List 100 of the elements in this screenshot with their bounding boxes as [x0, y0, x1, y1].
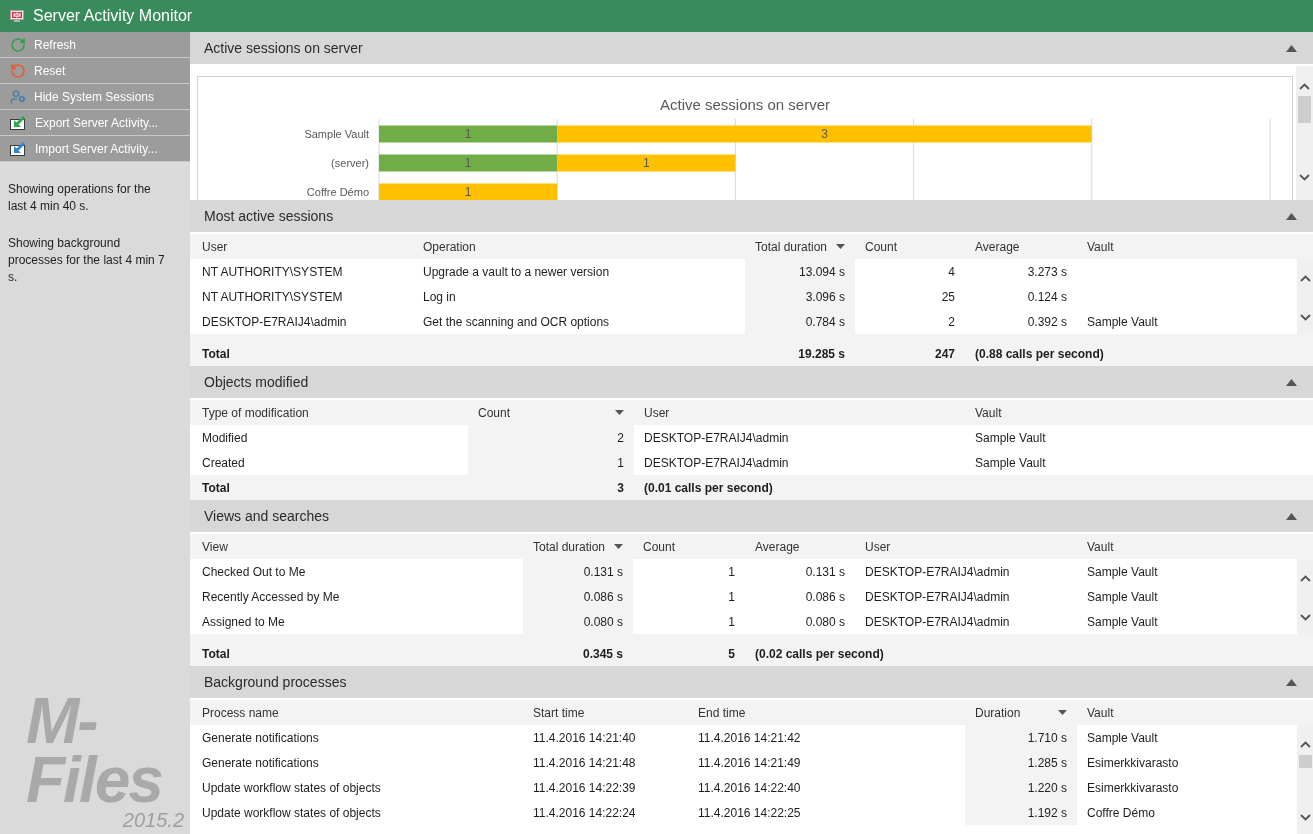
table-cell-text: 11.4.2016 14:21:48 — [532, 754, 637, 772]
chevron-up-icon[interactable] — [1299, 275, 1311, 282]
table-cell-text: Sample Vault — [1086, 729, 1159, 747]
table-cell-text: Get the scanning and OCR options — [422, 313, 611, 331]
column-header[interactable]: Type of modification — [190, 400, 468, 425]
window-title: Server Activity Monitor — [33, 6, 193, 26]
status-note: Showing background processes for the last 4 min 7 s. — [8, 235, 166, 286]
column-header[interactable]: View — [190, 534, 523, 559]
rotate-left-icon — [10, 62, 26, 79]
caret-up-icon[interactable] — [1286, 212, 1297, 220]
column-header[interactable]: Count — [633, 534, 745, 559]
table-cell: 0.086 s — [523, 584, 633, 609]
column-header[interactable]: Start time — [523, 700, 688, 725]
chevron-up-icon[interactable] — [1299, 83, 1310, 90]
refresh-icon — [10, 36, 26, 53]
column-header[interactable]: End time — [688, 700, 965, 725]
table-cell: 13.094 s — [745, 259, 855, 284]
chart-title: Active sessions on server — [659, 96, 831, 113]
table-cell: 0.080 s — [523, 609, 633, 634]
data-label: 1 — [642, 156, 650, 170]
status-note: Showing operations for the last 4 min 40 s. — [8, 181, 152, 215]
chevron-down-icon[interactable] — [1299, 814, 1311, 821]
column-header[interactable]: Count — [468, 400, 634, 425]
section-title: Views and searches — [204, 506, 330, 526]
total-cell-text: Total — [201, 345, 231, 363]
table-cell-text: 4 — [947, 263, 956, 281]
column-header[interactable]: User — [634, 400, 965, 425]
data-label: 1 — [464, 156, 472, 170]
caret-up-icon[interactable] — [1286, 512, 1297, 520]
table-cell-text: Generate notifications — [201, 729, 320, 747]
chevron-down-icon[interactable] — [1299, 314, 1311, 321]
window-arrow-icon — [10, 115, 27, 130]
section-title: Active sessions on server — [204, 38, 363, 58]
table-cell-text: 0.392 s — [1026, 313, 1068, 331]
table-cell-text: Log in — [422, 288, 457, 306]
chevron-up-icon[interactable] — [1299, 575, 1311, 582]
caret-up-icon[interactable] — [1286, 678, 1297, 686]
table-cell-text: Sample Vault — [974, 429, 1047, 447]
total-cell-text: (0.02 calls per second) — [754, 645, 885, 663]
chevron-up-icon[interactable] — [1299, 741, 1311, 748]
column-header[interactable]: Average — [745, 534, 855, 559]
table-cell-text: 2 — [947, 313, 956, 331]
table-cell-text: Esimerkkivarasto — [1086, 754, 1180, 772]
scrollbar-thumb[interactable] — [1298, 96, 1311, 123]
table-cell-text: 11.4.2016 14:22:25 — [697, 804, 802, 822]
table-cell-text: DESKTOP-E7RAIJ4\admin — [201, 313, 348, 331]
scrollbar-track[interactable] — [1297, 725, 1313, 834]
table-cell-text: 25 — [940, 288, 956, 306]
total-cell-text: (0.01 calls per second) — [643, 479, 774, 497]
column-header[interactable]: Vault — [1077, 700, 1297, 725]
column-header[interactable]: Count — [855, 234, 965, 259]
table-cell-text: Recently Accessed by Me — [201, 588, 341, 606]
scrollbar-thumb[interactable] — [1298, 755, 1312, 768]
column-header[interactable]: User — [855, 534, 1077, 559]
table-cell: 1.220 s — [965, 775, 1077, 800]
column-header[interactable]: Vault — [965, 400, 1313, 425]
caret-down-icon — [614, 544, 623, 549]
table-cell: 2 — [468, 425, 634, 450]
table-cell: 0.784 s — [745, 309, 855, 334]
column-header[interactable]: Average — [965, 234, 1077, 259]
column-header[interactable]: Process name — [190, 700, 523, 725]
column-header[interactable]: Total duration — [523, 534, 633, 559]
table-cell-text: 11.4.2016 14:22:40 — [697, 779, 802, 797]
table-cell-text: 11.4.2016 14:22:24 — [532, 804, 637, 822]
column-header[interactable]: User — [190, 234, 413, 259]
column-header[interactable]: Vault — [1077, 534, 1297, 559]
column-header[interactable]: Vault — [1077, 234, 1297, 259]
table-cell-text: 11.4.2016 14:21:49 — [697, 754, 802, 772]
table-cell-text: Update workflow states of objects — [201, 804, 382, 822]
section-title: Most active sessions — [204, 206, 334, 226]
data-label: 3 — [821, 127, 828, 141]
data-label: 1 — [464, 127, 472, 141]
table-cell-text: Sample Vault — [1086, 313, 1159, 331]
table-cell-text: NT AUTHORITY\SYSTEM — [201, 263, 344, 281]
table-cell: 1.710 s — [965, 725, 1077, 750]
table-cell-text: 1 — [727, 563, 736, 581]
total-cell-text: 19.285 s — [797, 345, 846, 363]
table-cell-text: Sample Vault — [1086, 588, 1159, 606]
total-cell-text: 0.345 s — [581, 645, 624, 663]
table-cell-text: DESKTOP-E7RAIJ4\admin — [643, 429, 790, 447]
section-title: Background processes — [204, 672, 347, 692]
scrollbar-track[interactable] — [1296, 66, 1313, 200]
caret-down-icon — [615, 410, 624, 415]
table-cell: 1 — [468, 450, 634, 475]
column-header[interactable]: Operation — [413, 234, 745, 259]
column-header[interactable]: Total duration — [745, 234, 855, 259]
chevron-down-icon[interactable] — [1299, 174, 1310, 181]
data-label: 1 — [464, 185, 472, 199]
table-cell-text: 0.124 s — [1026, 288, 1068, 306]
window-arrow-icon — [10, 141, 27, 156]
total-cell-text: 247 — [933, 345, 956, 363]
table-cell-text: Update workflow states of objects — [201, 779, 382, 797]
column-header[interactable]: Duration — [965, 700, 1077, 725]
caret-down-icon — [836, 244, 845, 249]
chevron-down-icon[interactable] — [1299, 614, 1311, 621]
table-cell-text: 3.273 s — [1026, 263, 1068, 281]
table-cell-text: Esimerkkivarasto — [1086, 779, 1180, 797]
caret-up-icon[interactable] — [1286, 44, 1297, 52]
caret-up-icon[interactable] — [1286, 378, 1297, 386]
category-label: Sample Vault — [304, 128, 369, 140]
